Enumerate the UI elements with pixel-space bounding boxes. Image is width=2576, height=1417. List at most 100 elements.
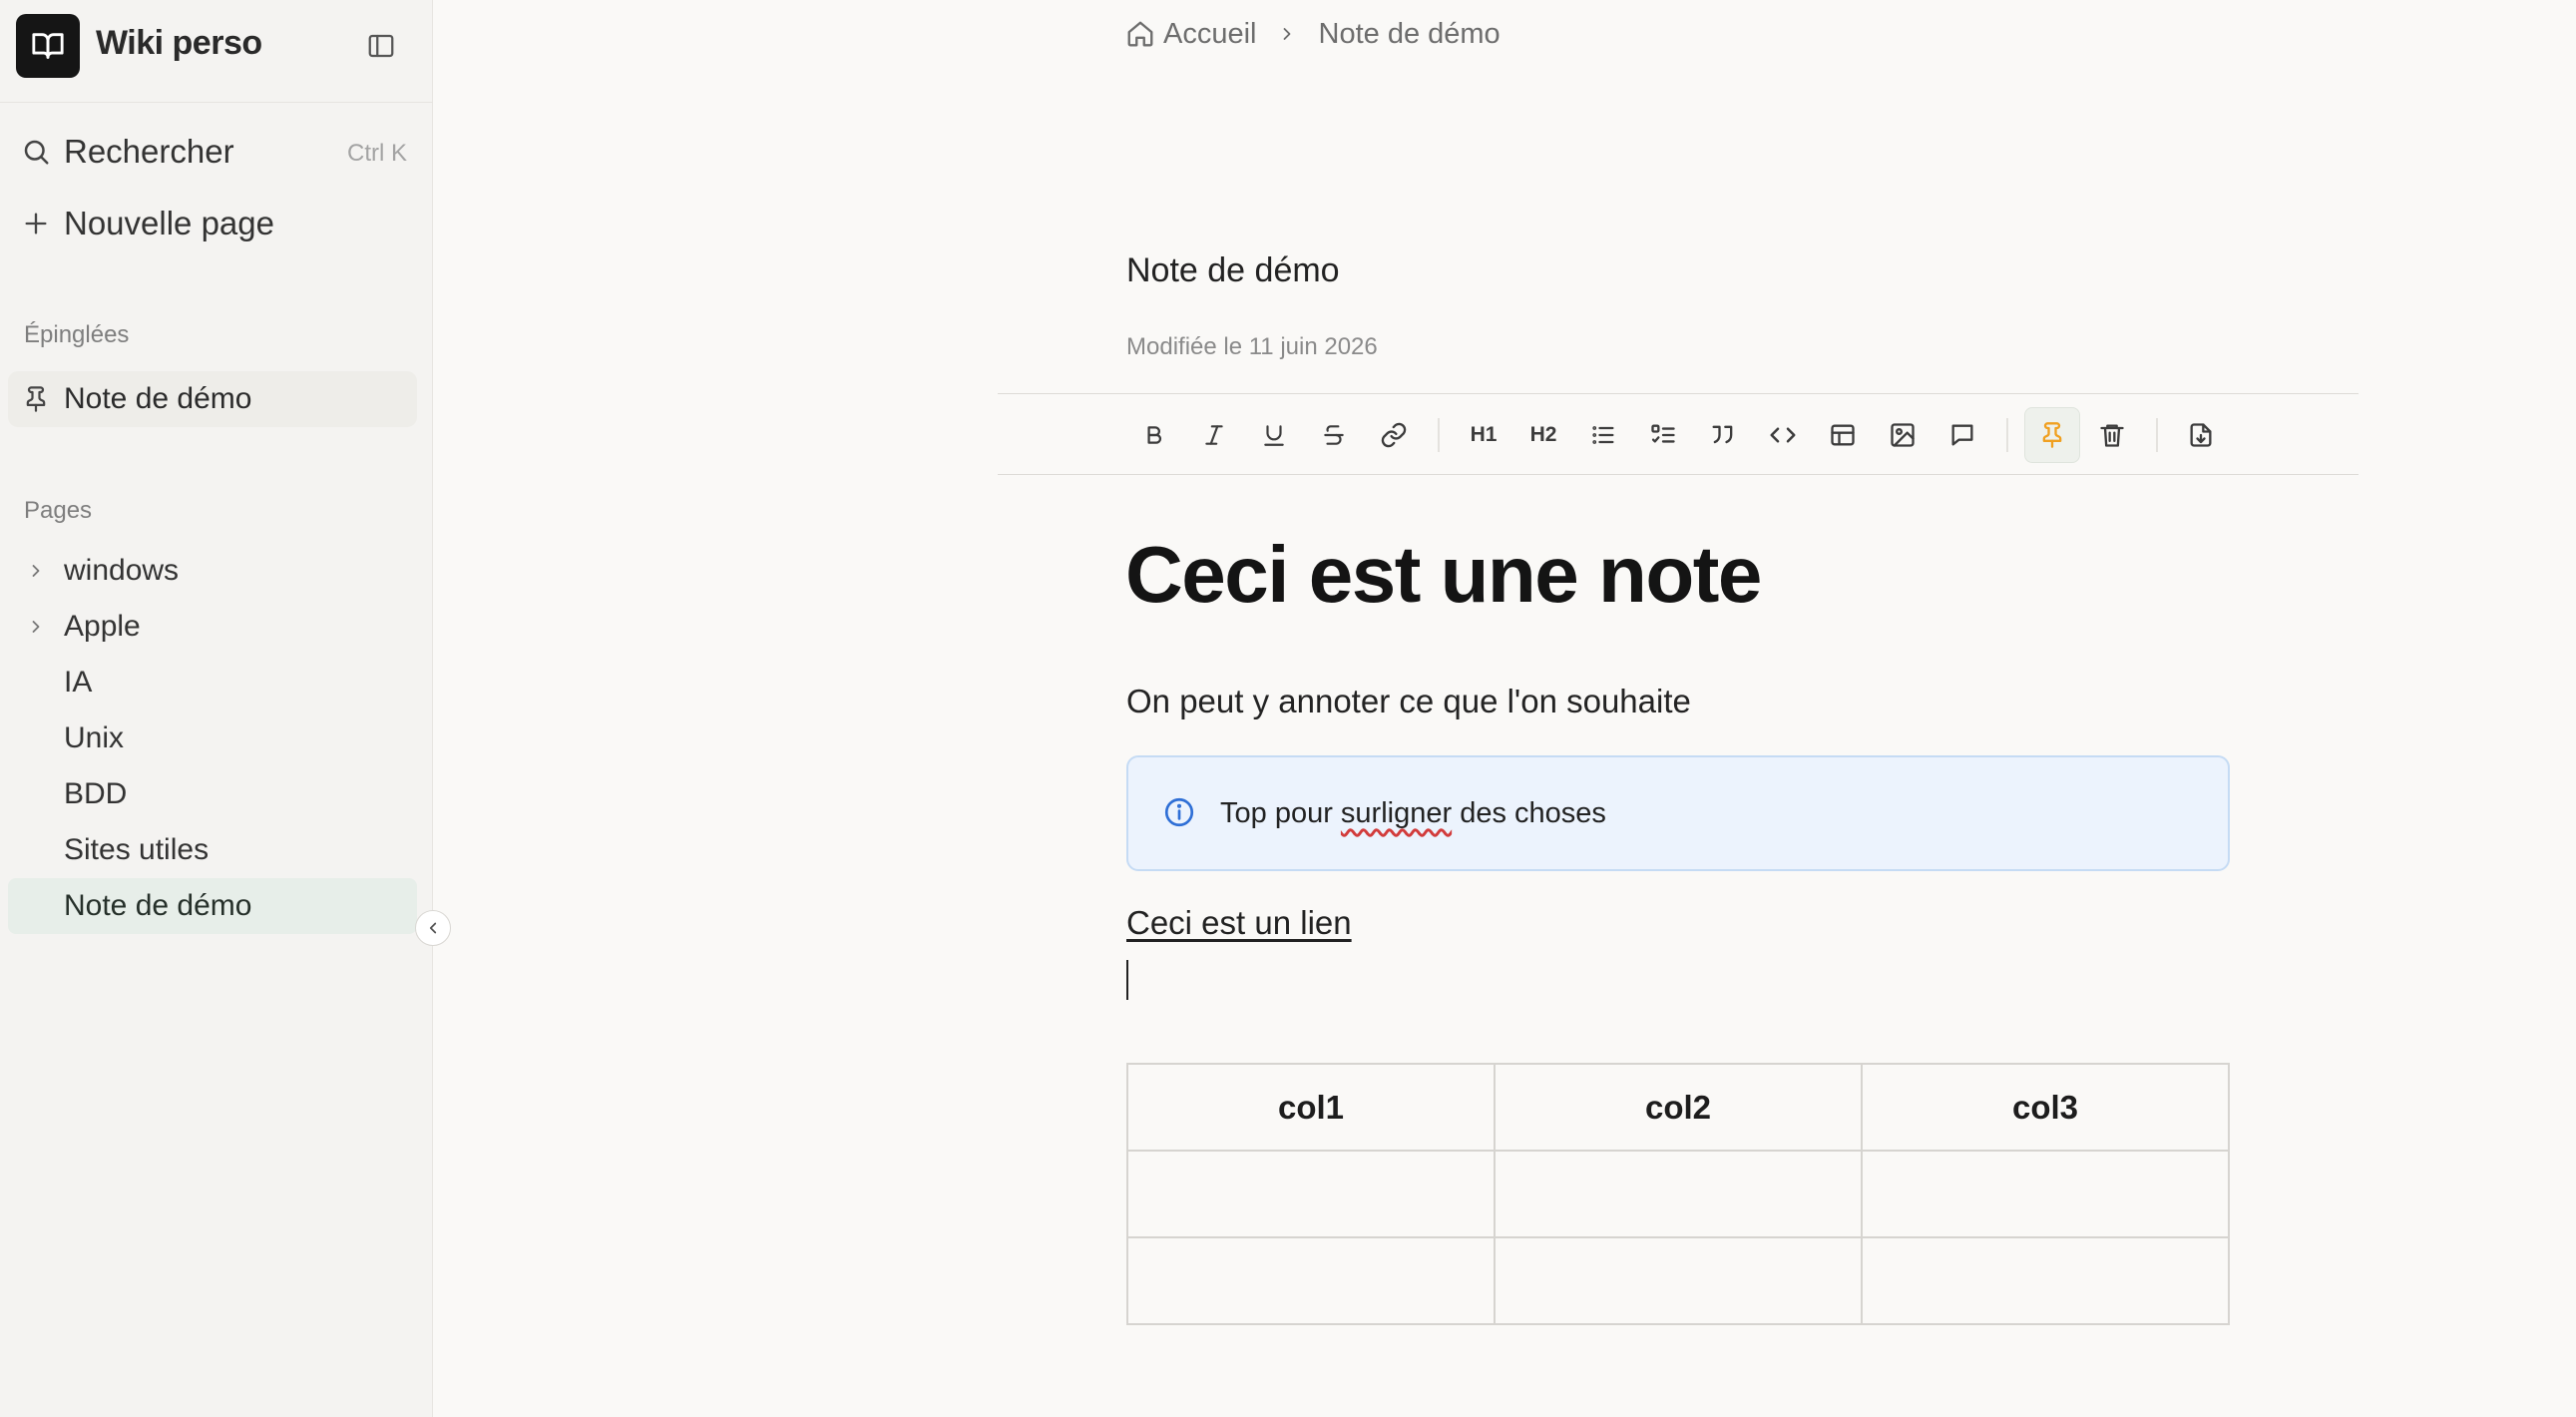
- pinned-section-label: Épinglées: [24, 321, 130, 348]
- text-cursor: [1126, 960, 1128, 1000]
- search-button[interactable]: Rechercher Ctrl K: [8, 124, 417, 180]
- sidebar-item-bdd[interactable]: BDD: [8, 766, 417, 822]
- quote-icon: [1709, 421, 1737, 449]
- info-icon: [1162, 795, 1196, 829]
- page-label: IA: [64, 666, 93, 699]
- code-icon: [1768, 420, 1798, 450]
- table-cell[interactable]: [1861, 1150, 2230, 1238]
- underline-button[interactable]: [1246, 407, 1302, 463]
- toolbar-separator: [2006, 418, 2008, 452]
- pages-section-label: Pages: [24, 497, 93, 524]
- pin-toggle-button[interactable]: [2024, 407, 2080, 463]
- underline-icon: [1261, 422, 1287, 448]
- page-label: Unix: [64, 721, 125, 754]
- sidebar-collapse-handle[interactable]: [415, 910, 451, 946]
- app-logo[interactable]: [16, 14, 80, 78]
- table-button[interactable]: [1815, 407, 1871, 463]
- delete-button[interactable]: [2084, 407, 2140, 463]
- table-header-cell[interactable]: col1: [1126, 1063, 1496, 1152]
- page-label: Apple: [64, 610, 141, 643]
- content-link[interactable]: Ceci est un lien: [1126, 904, 1352, 942]
- bullet-list-button[interactable]: [1575, 407, 1631, 463]
- search-icon: [8, 137, 64, 167]
- chevron-left-icon: [424, 919, 442, 937]
- italic-button[interactable]: [1186, 407, 1242, 463]
- search-label: Rechercher: [64, 133, 234, 170]
- page-label: Sites utiles: [64, 833, 210, 866]
- table-row: [1126, 1236, 2230, 1325]
- table-cell[interactable]: [1126, 1236, 1496, 1325]
- heading-1-icon: H1: [1470, 423, 1498, 446]
- export-icon: [2187, 421, 2215, 449]
- image-button[interactable]: [1875, 407, 1931, 463]
- comment-button[interactable]: [1934, 407, 1990, 463]
- heading-2-icon: H2: [1529, 423, 1557, 446]
- sidebar-item-ia[interactable]: IA: [8, 655, 417, 710]
- breadcrumb-home[interactable]: Accueil: [1125, 18, 1257, 51]
- link-button[interactable]: [1366, 407, 1422, 463]
- italic-icon: [1201, 422, 1227, 448]
- table-header-row: col1 col2 col3: [1126, 1063, 2230, 1152]
- sidebar-item-unix[interactable]: Unix: [8, 710, 417, 766]
- page-tree: windows Apple IA Unix BDD Sites utiles N…: [0, 543, 433, 934]
- chevron-right-icon[interactable]: [8, 561, 64, 581]
- app-name: Wiki perso: [96, 24, 262, 62]
- page-label: windows: [64, 554, 180, 587]
- sidebar-toggle-button[interactable]: [363, 28, 399, 64]
- document-heading[interactable]: Ceci est une note: [1125, 535, 1762, 615]
- modified-date: Modifiée le 11 juin 2026: [1126, 333, 1378, 360]
- table-header-cell[interactable]: col2: [1494, 1063, 1863, 1152]
- sidebar-item-windows[interactable]: windows: [8, 543, 417, 599]
- table-icon: [1829, 421, 1857, 449]
- book-icon: [31, 29, 65, 63]
- heading-2-button[interactable]: H2: [1515, 407, 1571, 463]
- search-shortcut: Ctrl K: [347, 140, 407, 167]
- bold-button[interactable]: [1126, 407, 1182, 463]
- pinned-item-note-de-demo[interactable]: Note de démo: [8, 371, 417, 427]
- new-page-label: Nouvelle page: [64, 205, 274, 241]
- table-header-cell[interactable]: col3: [1861, 1063, 2230, 1152]
- breadcrumb-current[interactable]: Note de démo: [1319, 18, 1501, 51]
- pin-icon: [8, 385, 64, 413]
- quote-button[interactable]: [1695, 407, 1751, 463]
- export-button[interactable]: [2173, 407, 2229, 463]
- link-icon: [1380, 421, 1408, 449]
- strikethrough-button[interactable]: [1306, 407, 1362, 463]
- table-cell[interactable]: [1126, 1150, 1496, 1238]
- page-label: BDD: [64, 777, 128, 810]
- paragraph[interactable]: On peut y annoter ce que l'on souhaite: [1126, 683, 1691, 720]
- toolbar-separator: [1438, 418, 1440, 452]
- table-cell[interactable]: [1861, 1236, 2230, 1325]
- chevron-right-icon[interactable]: [8, 617, 64, 637]
- sidebar-item-note-de-demo[interactable]: Note de démo: [8, 878, 417, 934]
- table-cell[interactable]: [1494, 1236, 1863, 1325]
- sidebar-divider: [0, 102, 433, 103]
- toolbar-separator: [2156, 418, 2158, 452]
- trash-icon: [2098, 421, 2126, 449]
- strikethrough-icon: [1321, 422, 1347, 448]
- content-table: col1 col2 col3: [1126, 1063, 2230, 1325]
- info-callout[interactable]: Top pour surligner des choses: [1126, 755, 2230, 871]
- sidebar-item-apple[interactable]: Apple: [8, 599, 417, 655]
- image-icon: [1889, 421, 1917, 449]
- breadcrumb: Accueil Note de démo: [1125, 14, 1501, 54]
- sidebar-item-sites-utiles[interactable]: Sites utiles: [8, 822, 417, 878]
- misspelled-word[interactable]: surligner: [1341, 797, 1452, 829]
- home-icon: [1125, 19, 1163, 49]
- document-title[interactable]: Note de démo: [1126, 251, 1340, 290]
- bullet-list-icon: [1589, 421, 1617, 449]
- new-page-button[interactable]: Nouvelle page: [8, 196, 417, 251]
- chevron-right-icon: [1277, 24, 1297, 44]
- pinned-item-label: Note de démo: [64, 382, 252, 415]
- editor-toolbar: H1 H2: [998, 393, 2359, 475]
- table-row: [1126, 1150, 2230, 1238]
- bold-icon: [1141, 422, 1167, 448]
- heading-1-button[interactable]: H1: [1456, 407, 1511, 463]
- pin-icon: [2038, 421, 2066, 449]
- task-list-button[interactable]: [1635, 407, 1691, 463]
- code-button[interactable]: [1755, 407, 1811, 463]
- comment-icon: [1948, 421, 1976, 449]
- app-header: Wiki perso: [16, 14, 415, 78]
- plus-icon: [8, 210, 64, 237]
- table-cell[interactable]: [1494, 1150, 1863, 1238]
